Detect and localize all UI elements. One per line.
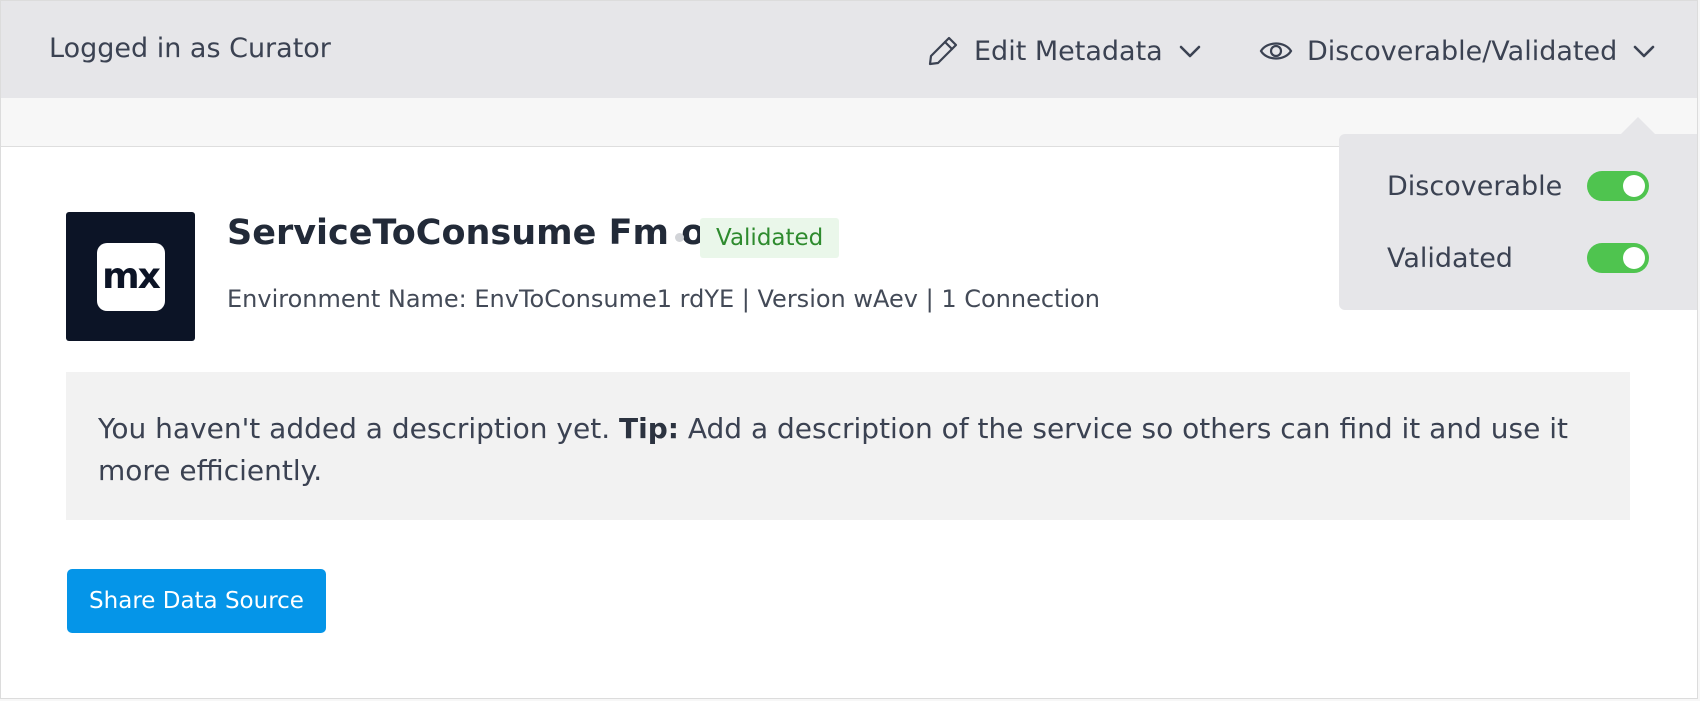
visibility-dropdown-button[interactable]: Discoverable/Validated (1259, 25, 1657, 77)
edit-metadata-label: Edit Metadata (974, 35, 1163, 67)
login-status: Logged in as Curator (49, 33, 331, 64)
eye-icon (1259, 38, 1293, 64)
service-title: ServiceToConsume Fm o (227, 213, 706, 253)
toggle-knob (1623, 175, 1645, 197)
edit-metadata-button[interactable]: Edit Metadata (926, 25, 1203, 77)
chevron-down-icon (1631, 38, 1657, 64)
chevron-down-icon (1177, 38, 1203, 64)
visibility-label: Discoverable/Validated (1307, 35, 1618, 67)
logo-mark: mx (96, 242, 165, 311)
status-badge: Validated (700, 218, 840, 258)
service-meta: Environment Name: EnvToConsume1 rdYE | V… (227, 285, 1101, 313)
description-panel: You haven't added a description yet. Tip… (66, 372, 1630, 520)
validated-row: Validated (1387, 238, 1649, 278)
discoverable-row: Discoverable (1387, 166, 1649, 206)
share-data-source-button[interactable]: Share Data Source (67, 569, 326, 633)
top-bar: Logged in as Curator Edit Metadata Disco… (1, 1, 1697, 98)
tip-label: Tip: (619, 412, 679, 445)
discoverable-label: Discoverable (1387, 170, 1563, 202)
service-logo: mx (66, 212, 195, 341)
discoverable-toggle[interactable] (1587, 171, 1649, 201)
validated-toggle[interactable] (1587, 243, 1649, 273)
separator-dot (675, 233, 684, 242)
pencil-icon (926, 34, 960, 68)
toggle-knob (1623, 247, 1645, 269)
validated-label: Validated (1387, 242, 1513, 274)
description-text: You haven't added a description yet. (98, 412, 611, 445)
visibility-menu: Discoverable Validated (1339, 117, 1697, 310)
